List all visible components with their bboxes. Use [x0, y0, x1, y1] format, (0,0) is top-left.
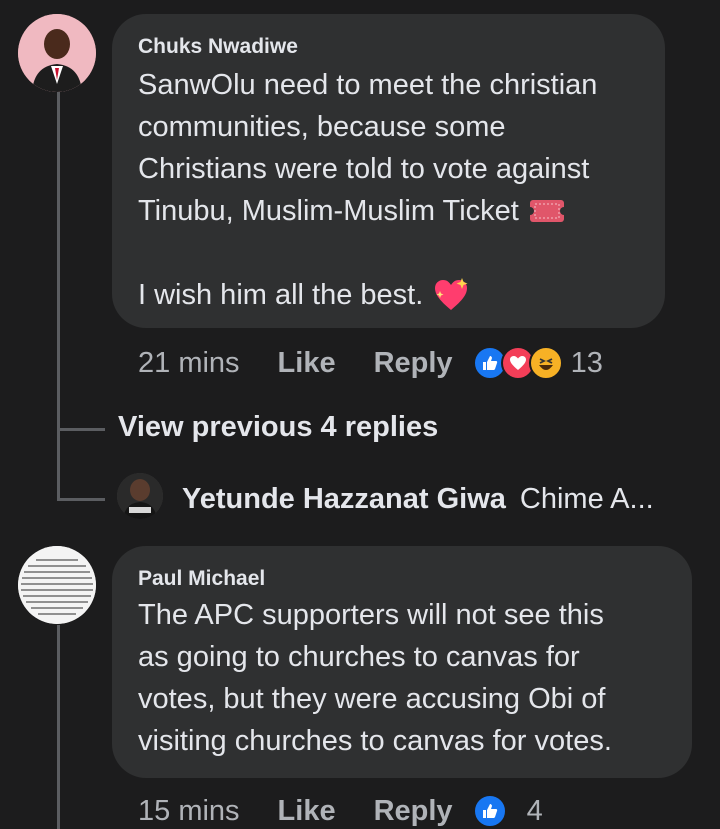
comment-text: The APC supporters will not see this as … [138, 594, 688, 762]
view-previous-replies-link[interactable]: View previous 4 replies [118, 411, 438, 444]
comment-line-text: Tinubu, Muslim-Muslim Ticket [138, 195, 519, 227]
comment-meta: 21 mins Like Reply 13 [138, 346, 603, 380]
like-button[interactable]: Like [278, 347, 336, 380]
like-reaction-icon [472, 794, 507, 828]
comment-timestamp[interactable]: 21 mins [138, 347, 240, 380]
thread-line-branch-reply [57, 498, 105, 501]
comment-line: communities, because some [138, 111, 506, 143]
profile-photo-icon [18, 14, 96, 92]
reply-button[interactable]: Reply [374, 795, 453, 828]
comment-line: I wish him all the best. [138, 274, 658, 316]
haha-reaction-icon [528, 346, 563, 380]
reaction-summary[interactable] [472, 346, 563, 380]
avatar[interactable] [117, 473, 163, 519]
text-image-avatar-icon [18, 546, 96, 624]
comment-author[interactable]: Paul Michael [138, 567, 265, 591]
sparkling-heart-icon [433, 278, 469, 312]
comment-line: votes, but they were accusing Obi of [138, 683, 606, 715]
reply-button[interactable]: Reply [374, 347, 453, 380]
admit-one-ticket-icon [528, 197, 565, 225]
comment-bubble[interactable]: Paul Michael The APC supporters will not… [112, 546, 692, 778]
comment-bubble[interactable]: Chuks Nwadiwe SanwOlu need to meet the c… [112, 14, 665, 328]
comment-line: Tinubu, Muslim-Muslim Ticket [138, 190, 658, 232]
comment-timestamp[interactable]: 15 mins [138, 795, 240, 828]
reaction-summary[interactable] [472, 794, 507, 828]
comment-author[interactable]: Chuks Nwadiwe [138, 35, 298, 59]
profile-photo-icon [117, 473, 163, 519]
like-button[interactable]: Like [278, 795, 336, 828]
thread-line-branch-view [57, 428, 105, 431]
comment-line: The APC supporters will not see this [138, 599, 604, 631]
comment-line: as going to churches to canvas for [138, 641, 580, 673]
comment-line: Christians were told to vote against [138, 153, 590, 185]
comment-line: visiting churches to canvas for votes. [138, 725, 612, 757]
reaction-count[interactable]: 13 [571, 347, 603, 380]
latest-reply[interactable]: Yetunde Hazzanat Giwa Chime A... [182, 483, 654, 516]
comment-line: SanwOlu need to meet the christian [138, 69, 598, 101]
reply-author[interactable]: Yetunde Hazzanat Giwa [182, 483, 506, 516]
thread-line-main [57, 92, 60, 500]
reaction-count[interactable]: 4 [527, 795, 543, 828]
thread-line-second [57, 625, 60, 829]
comment-line-text: I wish him all the best. [138, 279, 424, 311]
avatar[interactable] [18, 14, 96, 92]
avatar[interactable] [18, 546, 96, 624]
comment-text: SanwOlu need to meet the christian commu… [138, 64, 658, 316]
reply-preview: Chime A... [519, 483, 654, 515]
comment-meta: 15 mins Like Reply 4 [138, 794, 543, 828]
